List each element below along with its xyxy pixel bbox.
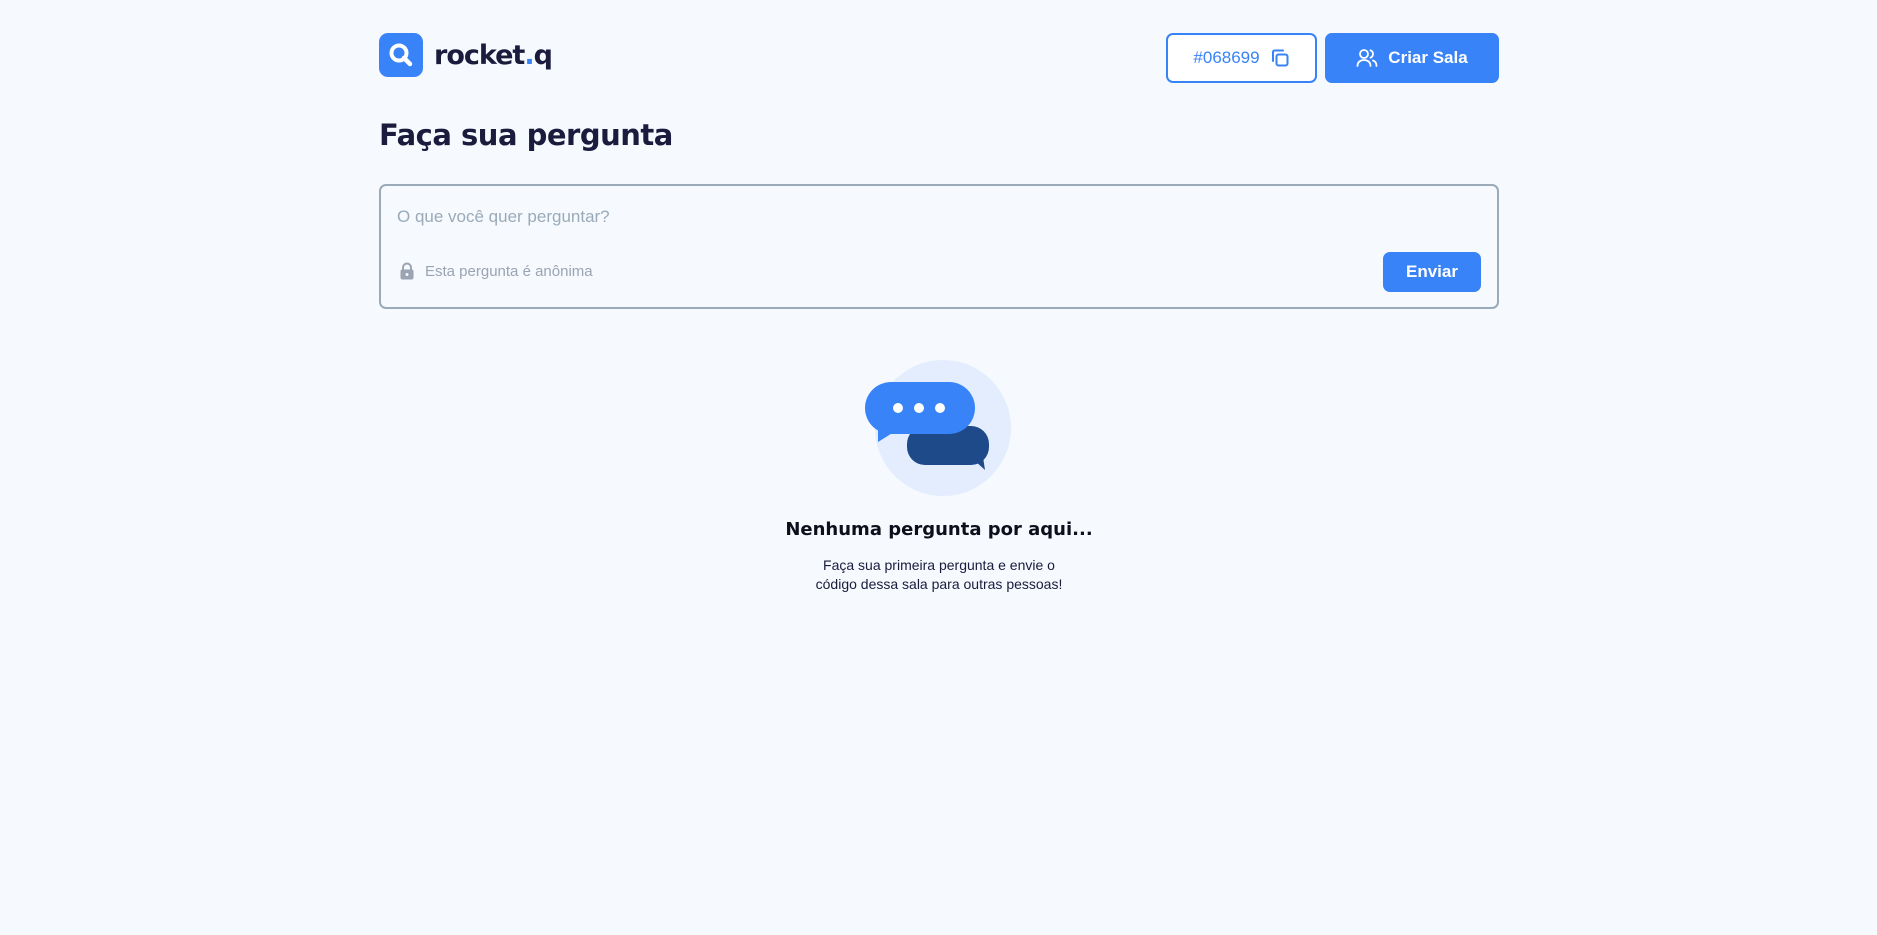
empty-state-text: Faça sua primeira pergunta e envie o cód… bbox=[379, 556, 1499, 594]
header: rocket.q #068699 Criar Sala bbox=[379, 0, 1499, 110]
create-room-button[interactable]: Criar Sala bbox=[1325, 33, 1499, 83]
lock-icon bbox=[400, 262, 414, 280]
anonymous-label: Esta pergunta é anônima bbox=[425, 262, 593, 280]
empty-state-line-1: Faça sua primeira pergunta e envie o bbox=[823, 557, 1055, 573]
empty-state-line-2: código dessa sala para outras pessoas! bbox=[815, 576, 1063, 592]
question-input[interactable] bbox=[397, 202, 1477, 232]
anonymous-row: Esta pergunta é anônima bbox=[399, 262, 593, 280]
logo-text: rocket.q bbox=[434, 39, 553, 71]
users-icon bbox=[1356, 49, 1378, 67]
question-form: Esta pergunta é anônima Enviar bbox=[379, 184, 1499, 309]
chat-bubbles-icon bbox=[865, 360, 1011, 496]
send-button[interactable]: Enviar bbox=[1383, 252, 1481, 292]
room-code-text: #068699 bbox=[1193, 48, 1260, 67]
search-icon bbox=[389, 43, 413, 67]
empty-state: Nenhuma pergunta por aqui... Faça sua pr… bbox=[379, 360, 1499, 594]
create-room-label: Criar Sala bbox=[1388, 48, 1468, 67]
page-title: Faça sua pergunta bbox=[379, 118, 673, 152]
header-actions: #068699 Criar Sala bbox=[1166, 33, 1499, 83]
page: rocket.q #068699 Criar Sala Faça sua per… bbox=[0, 0, 1877, 935]
logo[interactable]: rocket.q bbox=[379, 33, 553, 77]
logo-dot: . bbox=[524, 39, 534, 71]
room-code-button[interactable]: #068699 bbox=[1166, 33, 1317, 83]
empty-state-title: Nenhuma pergunta por aqui... bbox=[785, 519, 1093, 540]
copy-icon bbox=[1271, 49, 1289, 67]
main-container: rocket.q #068699 Criar Sala Faça sua per… bbox=[379, 0, 1499, 592]
logo-mark bbox=[379, 33, 423, 77]
